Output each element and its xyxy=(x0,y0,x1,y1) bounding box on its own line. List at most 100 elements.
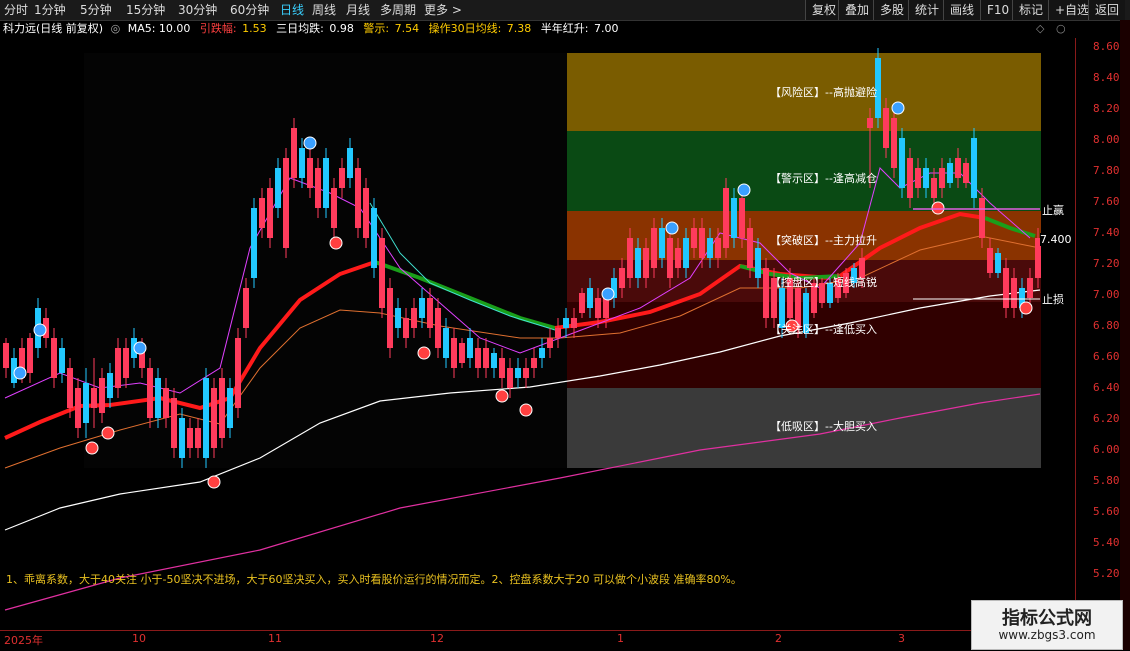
f10-button[interactable]: F10 xyxy=(980,0,1016,20)
buy-signal-marker xyxy=(13,366,27,380)
candle-body xyxy=(235,338,241,408)
price-tick-label: 7.20 xyxy=(1093,257,1120,270)
side-panel-strip[interactable] xyxy=(1120,20,1130,650)
tab-daily[interactable]: 日线 xyxy=(280,0,304,20)
date-label-oct: 10 xyxy=(132,632,146,645)
sell-signal-marker xyxy=(85,441,99,455)
price-tick-label: 5.80 xyxy=(1093,474,1120,487)
date-label-nov: 11 xyxy=(268,632,282,645)
settings-circle-icon[interactable]: ◎ xyxy=(111,22,121,35)
tab-fenshi[interactable]: 分时 xyxy=(4,0,28,20)
candle-body xyxy=(451,338,457,368)
candle-body xyxy=(907,158,913,198)
date-label-feb: 2 xyxy=(775,632,782,645)
candle-body xyxy=(747,228,753,268)
candle-body xyxy=(99,378,105,413)
draw-line-button[interactable]: 画线 xyxy=(943,0,981,20)
candle-body xyxy=(155,378,161,418)
tab-5min[interactable]: 5分钟 xyxy=(80,0,112,20)
tab-more[interactable]: 更多 > xyxy=(424,0,462,20)
candle-body xyxy=(899,138,905,188)
diamond-icon[interactable]: ◇ xyxy=(1036,22,1044,35)
price-tick-label: 8.40 xyxy=(1093,71,1120,84)
jingshi-value: 7.54 xyxy=(394,22,420,35)
tab-multi-period[interactable]: 多周期 xyxy=(380,0,416,20)
candle-body xyxy=(411,308,417,328)
candle-body xyxy=(715,238,721,258)
candle-body xyxy=(755,248,761,278)
candle-body xyxy=(107,373,113,398)
tab-60min[interactable]: 60分钟 xyxy=(230,0,269,20)
buy-signal-marker xyxy=(303,136,317,150)
date-label-2025: 2025年 xyxy=(4,634,43,647)
candle-body xyxy=(971,138,977,198)
price-tick-label: 5.60 xyxy=(1093,505,1120,518)
candle-body xyxy=(539,348,545,358)
tab-1min[interactable]: 1分钟 xyxy=(34,0,66,20)
candle-body xyxy=(219,378,225,438)
zone-label-low-buy: 【低吸区】--大胆买入 xyxy=(770,420,877,433)
period-toolbar: 分时 1分钟 5分钟 15分钟 30分钟 60分钟 日线 周线 月线 多周期 更… xyxy=(0,0,1130,21)
candle-body xyxy=(115,348,121,388)
circle-icon[interactable]: ○ xyxy=(1056,22,1066,35)
candle-body xyxy=(507,368,513,388)
price-tick-label: 8.60 xyxy=(1093,40,1120,53)
candle-body xyxy=(1003,268,1009,308)
candle-body xyxy=(75,388,81,428)
tab-weekly[interactable]: 周线 xyxy=(312,0,336,20)
candle-body xyxy=(315,168,321,208)
candle-body xyxy=(563,318,569,328)
yinzhang-label: 引跌幅: xyxy=(199,22,237,35)
candle-body xyxy=(259,198,265,228)
candle-body xyxy=(1027,278,1033,298)
candlestick-chart[interactable] xyxy=(0,38,1075,630)
candle-body xyxy=(667,238,673,278)
sell-signal-marker xyxy=(1019,301,1033,315)
candle-body xyxy=(91,388,97,408)
candle-body xyxy=(419,298,425,318)
tab-15min[interactable]: 15分钟 xyxy=(126,0,165,20)
candle-body xyxy=(459,343,465,363)
strategy-note: 1、乖离系数，大于40关注 小于-50坚决不进场，大于60坚决买入，买入时看股价… xyxy=(6,573,742,586)
back-button[interactable]: 返回 xyxy=(1088,0,1126,20)
candle-body xyxy=(355,168,361,228)
sell-signal-marker xyxy=(495,389,509,403)
candle-body xyxy=(83,383,89,423)
stats-button[interactable]: 统计 xyxy=(908,0,946,20)
candle-body xyxy=(227,388,233,428)
multi-stock-button[interactable]: 多股 xyxy=(873,0,911,20)
candle-body xyxy=(195,428,201,448)
candle-body xyxy=(467,338,473,358)
sanri-label: 三日均跌: xyxy=(276,22,324,35)
candle-body xyxy=(27,338,33,373)
candle-body xyxy=(883,108,889,148)
watermark-url: www.zbgs3.com xyxy=(998,628,1096,642)
candle-body xyxy=(243,288,249,328)
sell-signal-marker xyxy=(417,346,431,360)
candle-body xyxy=(291,128,297,178)
buy-signal-marker xyxy=(33,323,47,337)
buy-signal-marker xyxy=(891,101,905,115)
tab-monthly[interactable]: 月线 xyxy=(346,0,370,20)
date-label-jan: 1 xyxy=(617,632,624,645)
candle-body xyxy=(323,158,329,208)
zone-label-focus: 【关注区】--逢低买入 xyxy=(770,323,877,336)
tab-30min[interactable]: 30分钟 xyxy=(178,0,217,20)
zhiying-label: 止赢 xyxy=(1042,204,1064,217)
fuquan-button[interactable]: 复权 xyxy=(805,0,843,20)
candle-body xyxy=(523,368,529,378)
candle-body xyxy=(483,348,489,368)
overlay-button[interactable]: 叠加 xyxy=(838,0,876,20)
price-tick-label: 6.20 xyxy=(1093,412,1120,425)
mark-button[interactable]: 标记 xyxy=(1012,0,1050,20)
candle-body xyxy=(347,148,353,178)
candle-body xyxy=(267,188,273,238)
zhisun-label: 止损 xyxy=(1042,293,1064,306)
candle-body xyxy=(619,268,625,288)
date-axis xyxy=(0,630,1075,651)
date-label-mar: 3 xyxy=(898,632,905,645)
sell-signal-marker xyxy=(329,236,343,250)
candle-body xyxy=(371,208,377,268)
sell-signal-marker xyxy=(101,426,115,440)
candle-body xyxy=(763,268,769,318)
